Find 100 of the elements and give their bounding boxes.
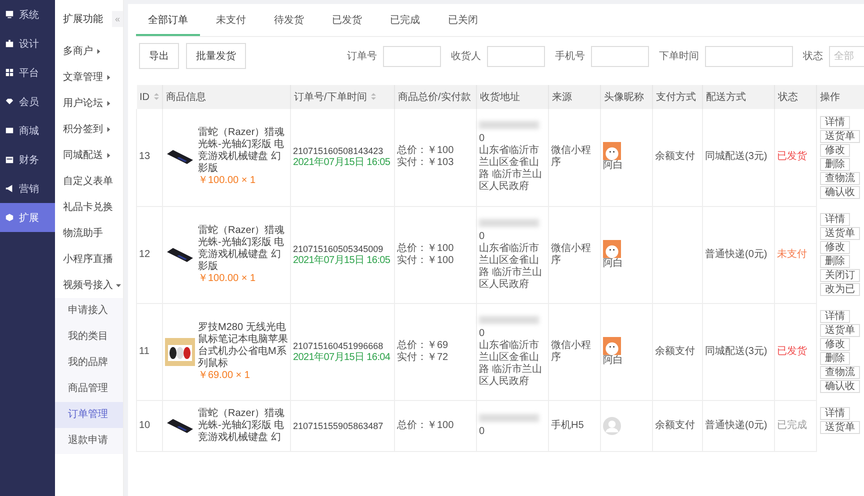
action-button[interactable]: 删除 (820, 352, 850, 365)
action-button[interactable]: 确认收 (820, 380, 860, 393)
address-zip: 0 (479, 133, 486, 144)
product-name: 雷蛇（Razer）猎魂光蛛-光轴幻彩版 电竞游戏机械键盘 幻影版 (198, 127, 286, 176)
order-status: 未支付 (777, 248, 807, 260)
action-button[interactable]: 修改 (820, 144, 850, 157)
action-button[interactable]: 详情 (820, 213, 850, 226)
action-button[interactable]: 详情 (820, 407, 850, 420)
action-button[interactable]: 修改 (820, 338, 850, 351)
menu-item[interactable]: 自定义表单 (55, 168, 123, 194)
order-id: 12 (139, 248, 150, 260)
toolbar-button[interactable]: 批量发货 (186, 43, 246, 69)
main-nav-item[interactable]: 平台 (0, 58, 55, 87)
action-button[interactable]: 修改 (820, 241, 850, 254)
avatar-icon (603, 416, 621, 434)
order-time: 2021年07月15日 16:04 (293, 352, 392, 364)
action-button[interactable]: 详情 (820, 116, 850, 129)
column-header: 商品信息 (162, 85, 290, 109)
main-nav-item[interactable]: 会员 (0, 87, 55, 116)
input-field[interactable] (383, 46, 441, 66)
menu-item[interactable]: 物流助手 (55, 220, 123, 246)
order-tab[interactable]: 全部订单 (136, 4, 200, 36)
address-text: 山东省临沂市兰山区金雀山路 临沂市兰山区人民政府 (479, 340, 543, 388)
order-number: 210715160451996668 (293, 340, 384, 352)
filter-label: 订单号 (347, 50, 377, 63)
avatar-icon (603, 240, 621, 258)
product-price: ￥100.00 × 1 (198, 272, 257, 284)
action-button[interactable]: 确认收 (820, 186, 860, 199)
menu-item[interactable]: 礼品卡兑换 (55, 194, 123, 220)
sort-icon[interactable] (154, 92, 158, 100)
delivery-method: 同城配送(3元) (705, 151, 768, 162)
action-button[interactable]: 查物流 (820, 366, 860, 379)
action-button[interactable]: 改为已 (820, 283, 860, 296)
order-status: 已发货 (777, 346, 807, 356)
order-tab[interactable]: 已发货 (320, 4, 374, 36)
order-number: 210715160505345009 (293, 242, 384, 254)
paid-amount: 实付：￥72 (397, 352, 450, 364)
grid-icon (5, 68, 14, 77)
order-id: 10 (139, 420, 150, 430)
menu-item[interactable]: 申请接入 (55, 298, 123, 324)
order-number: 210715155905863487 (293, 420, 384, 432)
date-field[interactable] (705, 46, 793, 66)
payment-method: 余额支付 (655, 420, 695, 430)
order-id: 13 (139, 151, 150, 162)
menu-item[interactable]: 小程序直播 (55, 246, 123, 272)
order-source: 微信小程序 (551, 242, 591, 266)
action-button[interactable]: 查物流 (820, 172, 860, 185)
menu-item[interactable]: 商品管理 (55, 376, 123, 402)
menu-item[interactable]: 退款申请 (55, 428, 123, 454)
toolbar-button[interactable]: 导出 (139, 43, 179, 69)
column-header: ID (136, 85, 162, 109)
menu-group[interactable]: 多商户 (55, 38, 123, 64)
main-nav-item[interactable]: 商城 (0, 116, 55, 145)
action-button[interactable]: 删除 (820, 255, 850, 268)
nickname: 阿白 (603, 258, 624, 270)
order-source: 微信小程序 (551, 145, 591, 168)
total-price: 总价：￥100 (397, 145, 455, 156)
payment-method: 余额支付 (655, 151, 695, 162)
order-tab[interactable]: 已关闭 (436, 4, 490, 36)
menu-item[interactable]: 我的类目 (55, 324, 123, 350)
menu-group[interactable]: 用户论坛 (55, 90, 123, 116)
action-button[interactable]: 送货单 (820, 421, 860, 434)
monitor-icon (5, 10, 14, 19)
input-field[interactable] (487, 46, 545, 66)
redacted-text-blur (479, 316, 539, 324)
order-tab[interactable]: 未支付 (204, 4, 258, 36)
action-button[interactable]: 删除 (820, 158, 850, 171)
action-button[interactable]: 详情 (820, 310, 850, 323)
paid-amount: 实付：￥103 (397, 157, 455, 170)
menu-group[interactable]: 视频号接入 (55, 272, 123, 298)
filter-label: 下单时间 (659, 50, 699, 63)
action-button[interactable]: 送货单 (820, 324, 860, 337)
redacted-text-blur (479, 414, 539, 422)
main-nav-item[interactable]: 扩展 (0, 203, 55, 232)
order-tab[interactable]: 待发货 (262, 4, 316, 36)
cube-icon (5, 213, 14, 222)
action-button[interactable]: 关闭订 (820, 269, 860, 282)
menu-group[interactable]: 文章管理 (55, 64, 123, 90)
sort-icon[interactable] (370, 93, 376, 100)
menu-item[interactable]: 我的品牌 (55, 350, 123, 376)
address-text: 山东省临沂市兰山区金雀山路 临沂市兰山区人民政府 (479, 242, 543, 290)
input-field[interactable] (591, 46, 649, 66)
address-zip: 0 (479, 426, 486, 438)
total-price: 总价：￥69 (397, 340, 450, 352)
order-tab[interactable]: 已完成 (378, 4, 432, 36)
avatar-icon (603, 142, 621, 160)
order-id: 11 (139, 346, 150, 356)
menu-item[interactable]: 订单管理 (55, 402, 123, 428)
column-header: 配送方式 (702, 85, 774, 109)
main-nav-item[interactable]: 财务 (0, 145, 55, 174)
caret-icon (106, 74, 111, 80)
action-button[interactable]: 送货单 (820, 130, 860, 143)
action-button[interactable]: 送货单 (820, 227, 860, 240)
main-nav-item[interactable]: 营销 (0, 174, 55, 203)
main-nav-item[interactable]: 系统 (0, 0, 55, 29)
payment-method: 余额支付 (655, 346, 695, 356)
column-header: 状态 (774, 85, 816, 109)
main-nav-item[interactable]: 设计 (0, 29, 55, 58)
menu-group[interactable]: 积分签到 (55, 116, 123, 142)
menu-group[interactable]: 同城配送 (55, 142, 123, 168)
